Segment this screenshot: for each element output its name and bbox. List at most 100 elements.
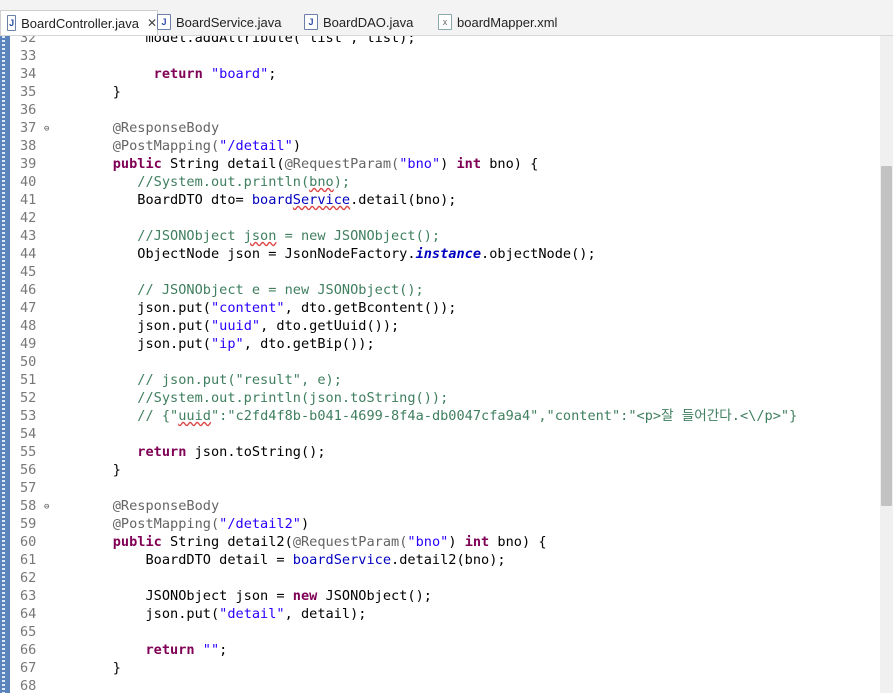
code-text: public String detail2(@RequestParam("bno… <box>80 533 547 551</box>
line-number: 35 <box>20 84 37 100</box>
line-number: 57 <box>20 480 37 496</box>
code-token: ":"c2fd4f8b-b041-4699-8f4a-db0047cfa9a4"… <box>210 408 798 424</box>
line-number: 40 <box>20 174 37 190</box>
tab-label: boardMapper.xml <box>457 14 558 30</box>
line-number: 56 <box>20 462 37 478</box>
vertical-scrollbar[interactable] <box>880 36 893 693</box>
code-line: 35 } <box>12 83 121 101</box>
line-number: 41 <box>20 192 37 208</box>
code-token: "bno" <box>399 156 441 172</box>
code-line: 64 json.put("detail", detail); <box>12 605 366 623</box>
line-number: 63 <box>20 588 37 604</box>
code-text: BoardDTO dto= boardService.detail(bno); <box>80 191 457 209</box>
code-line: 48 json.put("uuid", dto.getUuid()); <box>12 317 399 335</box>
java-file-icon: J <box>304 14 318 30</box>
tab-boarddao-java[interactable]: J BoardDAO.java <box>298 10 426 34</box>
code-token: , dto.getBip()); <box>243 336 375 352</box>
code-line: 36 <box>12 101 46 119</box>
code-text: BoardDTO detail = boardService.detail2(b… <box>80 551 505 569</box>
code-token: "uuid" <box>210 318 261 334</box>
code-token: public <box>112 534 162 550</box>
scrollbar-thumb[interactable] <box>881 166 892 506</box>
code-token: "bno" <box>407 534 449 550</box>
line-number: 47 <box>20 300 37 316</box>
code-line: 47 json.put("content", dto.getBcontent()… <box>12 299 457 317</box>
code-text: //JSONObject json = new JSONObject(); <box>80 227 440 245</box>
line-number: 36 <box>20 102 37 118</box>
code-token: int <box>464 534 490 550</box>
code-text: @ResponseBody <box>80 119 219 137</box>
line-number: 49 <box>20 336 37 352</box>
code-text: public String detail(@RequestParam("bno"… <box>80 155 539 173</box>
editor-tab-bar: J BoardController.java ✕ J BoardService.java… <box>0 0 893 36</box>
code-line: 66 return ""; <box>12 641 227 659</box>
fold-toggle-icon[interactable]: ⊖ <box>44 498 49 516</box>
java-file-icon: J <box>157 14 171 30</box>
code-text: return "board"; <box>80 65 277 83</box>
code-text: } <box>80 461 121 479</box>
code-line: 55 return json.toString(); <box>12 443 326 461</box>
code-token: return <box>145 642 195 658</box>
code-token: BoardDTO detail = <box>80 552 293 568</box>
code-token: ) <box>292 138 301 154</box>
code-token: boardService <box>292 552 392 568</box>
code-token: // json.put("result", e); <box>80 372 342 388</box>
line-number: 33 <box>20 48 37 64</box>
code-lines: 32 model.addAttribute("list", list); 33 34… <box>12 36 797 693</box>
code-text: json.put("content", dto.getBcontent()); <box>80 299 457 317</box>
line-number: 68 <box>20 678 37 693</box>
line-number: 48 <box>20 318 37 334</box>
code-token: bno <box>309 174 334 190</box>
code-token: ; <box>268 66 277 82</box>
line-number: 55 <box>20 444 37 460</box>
code-token: = new JSONObject(); <box>276 228 441 244</box>
code-token: public <box>112 156 162 172</box>
code-token: @PostMapping( <box>80 138 220 154</box>
code-token: new <box>292 588 318 604</box>
code-token: @RequestParam( <box>292 534 408 550</box>
code-token: , dto.getBcontent()); <box>284 300 457 316</box>
tab-label: BoardController.java <box>21 15 139 31</box>
code-line: 54 <box>12 425 46 443</box>
code-line: 56 } <box>12 461 121 479</box>
code-token: String detail2( <box>161 534 293 550</box>
code-token: } <box>80 84 121 100</box>
code-token: "content" <box>210 300 285 316</box>
line-number: 39 <box>20 156 37 172</box>
code-token: "ip" <box>210 336 244 352</box>
code-token: "board" <box>210 66 269 82</box>
code-line: 41 BoardDTO dto= boardService.detail(bno… <box>12 191 457 209</box>
fold-toggle-icon[interactable]: ⊖ <box>44 120 49 138</box>
code-token: "" <box>202 642 220 658</box>
tab-label: BoardDAO.java <box>323 14 414 30</box>
line-number: 37 <box>20 120 37 136</box>
xml-file-icon: x <box>438 14 452 30</box>
line-number: 67 <box>20 660 37 676</box>
code-line: 67 } <box>12 659 121 677</box>
code-token: uuid <box>178 408 211 424</box>
code-line: 57 <box>12 479 46 497</box>
code-token: .detail(bno); <box>350 192 457 208</box>
code-text: @ResponseBody <box>80 497 219 515</box>
tab-boardcontroller-java[interactable]: J BoardController.java ✕ <box>0 10 158 35</box>
code-token: "detail" <box>219 606 285 622</box>
code-token: bno) { <box>489 534 547 550</box>
tab-boardmapper-xml[interactable]: x boardMapper.xml <box>432 10 562 34</box>
code-editor[interactable]: 32 model.addAttribute("list", list); 33 34… <box>0 36 880 693</box>
code-text: json.put("detail", detail); <box>80 605 366 623</box>
line-number: 54 <box>20 426 37 442</box>
code-token: model.addAttribute("list", list); <box>80 36 416 46</box>
tab-label: BoardService.java <box>176 14 282 30</box>
tab-boardservice-java[interactable]: J BoardService.java <box>151 10 291 34</box>
line-number: 58 <box>20 498 37 514</box>
line-number: 51 <box>20 372 37 388</box>
code-line: 45 <box>12 263 46 281</box>
line-number: 61 <box>20 552 37 568</box>
java-file-icon: J <box>7 15 17 31</box>
line-number: 65 <box>20 624 37 640</box>
